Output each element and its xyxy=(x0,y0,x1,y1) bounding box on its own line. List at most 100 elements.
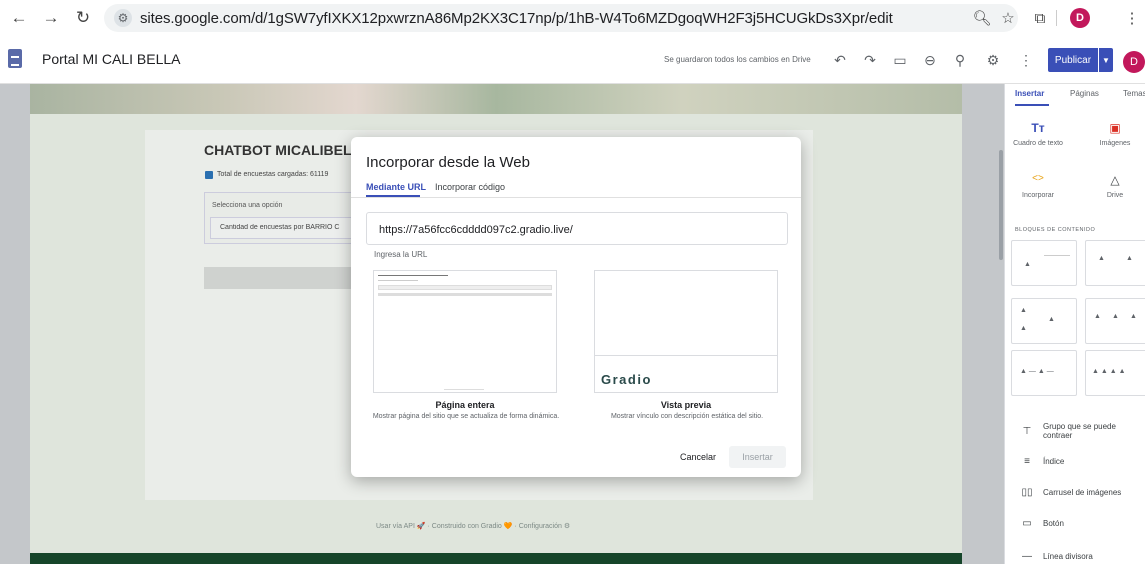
image-placeholder-icon: ▲ xyxy=(1048,316,1055,323)
sidebar-item-label: Carrusel de imágenes xyxy=(1043,487,1122,497)
image-placeholder-icon: ▲ xyxy=(1126,255,1133,262)
avatar[interactable]: D xyxy=(1123,51,1145,73)
footer-band xyxy=(30,553,962,564)
layout-block[interactable]: ▲ ▲ ▲ ▲ xyxy=(1085,350,1145,396)
undo-icon[interactable]: ↶ xyxy=(830,50,850,70)
hero-image-banner[interactable] xyxy=(30,84,962,114)
option-dropdown-value: Cantidad de encuestas por BARRIO C xyxy=(220,224,340,231)
reload-icon[interactable]: ↻ xyxy=(70,5,96,31)
drive-tile[interactable]: △ Drive xyxy=(1085,173,1145,199)
insert-sidebar: Insertar Páginas Temas Tт Cuadro de text… xyxy=(1004,84,1145,564)
tile-label: Cuadro de texto xyxy=(1013,140,1063,147)
thumbnail-line xyxy=(378,293,552,296)
sites-editor-header: Portal MI CALI BELLA Se guardaron todos … xyxy=(0,36,1145,84)
tabs-divider xyxy=(351,197,801,198)
sidebar-item-label: Botón xyxy=(1043,518,1064,528)
thumbnail-line xyxy=(444,389,484,390)
full-page-caption: Página entera xyxy=(435,400,495,410)
layout-block[interactable]: ▲ — ▲ — xyxy=(1011,350,1077,396)
preview-description: Mostrar vínculo con descripción estática… xyxy=(610,413,764,420)
divider-item[interactable]: — Línea divisora xyxy=(1019,548,1093,564)
tab-themes[interactable]: Temas xyxy=(1123,89,1145,98)
image-placeholder-icon: ▲ xyxy=(1112,313,1119,320)
url-hint: Ingresa la URL xyxy=(374,250,428,259)
image-carousel-item[interactable]: ▯▯ Carrusel de imágenes xyxy=(1019,484,1121,500)
save-status: Se guardaron todos los cambios en Drive xyxy=(664,55,811,64)
image-placeholder-icon: ▲ xyxy=(1098,255,1105,262)
preview-devices-icon[interactable]: ▭ xyxy=(890,50,910,70)
full-page-option-card[interactable] xyxy=(373,270,557,393)
collapsible-group-item[interactable]: ⊤ Grupo que se puede contraer xyxy=(1019,422,1133,440)
sites-logo-icon[interactable] xyxy=(8,49,22,68)
embed-code-icon: <> xyxy=(1032,173,1044,184)
zoom-icon[interactable]: 🔍︎ xyxy=(972,8,992,28)
embed-tile[interactable]: <> Incorporar xyxy=(1008,173,1068,199)
extensions-icon[interactable]: ⧉ xyxy=(1030,8,1050,28)
insert-button[interactable]: Insertar xyxy=(729,446,786,468)
sidebar-item-label: Índice xyxy=(1043,456,1065,466)
images-tile[interactable]: ▣ Imágenes xyxy=(1085,121,1145,147)
publish-button[interactable]: Publicar xyxy=(1048,48,1098,72)
sidebar-item-label: Grupo que se puede contraer xyxy=(1043,422,1116,440)
settings-gear-icon[interactable]: ⚙ xyxy=(983,50,1003,70)
cancel-button[interactable]: Cancelar xyxy=(671,446,725,468)
browser-profile-avatar[interactable]: D xyxy=(1070,8,1090,28)
browser-menu-icon[interactable]: ⋮ xyxy=(1122,8,1142,28)
address-bar[interactable]: ⚙ sites.google.com/d/1gSW7yfIXKX12pxwrzn… xyxy=(104,4,1018,32)
forward-arrow-icon[interactable]: → xyxy=(38,5,64,31)
placeholder-line xyxy=(1044,255,1070,256)
table-of-contents-icon: ≡ xyxy=(1024,455,1030,467)
image-placeholder-icon: ▲ ▲ ▲ ▲ xyxy=(1092,368,1126,375)
site-title[interactable]: Portal MI CALI BELLA xyxy=(42,51,181,67)
layout-block[interactable]: ▲ ▲ ▲ xyxy=(1011,298,1077,344)
back-arrow-icon[interactable]: ← xyxy=(6,5,32,31)
url-input-value: https://7a56fcc6cdddd097c2.gradio.live/ xyxy=(379,224,573,236)
scrollbar-thumb[interactable] xyxy=(999,150,1003,260)
tab-pages[interactable]: Páginas xyxy=(1070,89,1099,98)
image-placeholder-icon: ▲ xyxy=(1094,313,1101,320)
embed-dialog: Incorporar desde la Web Mediante URL Inc… xyxy=(351,137,801,477)
preview-caption: Vista previa xyxy=(660,400,712,410)
gradio-preview-brand: Gradio xyxy=(601,372,652,387)
active-tab-indicator xyxy=(1015,104,1049,106)
link-icon[interactable]: ⊖ xyxy=(920,50,940,70)
thumbnail-line xyxy=(378,285,552,290)
bookmark-star-icon[interactable]: ☆ xyxy=(998,8,1018,28)
thumbnail-line xyxy=(378,280,418,281)
table-of-contents-item[interactable]: ≡ Índice xyxy=(1019,453,1064,469)
thumbnail-line xyxy=(378,275,448,276)
full-page-description: Mostrar página del sitio que se actualiz… xyxy=(372,413,560,420)
layout-block[interactable]: ▲ ▲ xyxy=(1085,240,1145,286)
chatbot-heading: CHATBOT MICALIBELL xyxy=(204,142,361,158)
button-item[interactable]: ▭ Botón xyxy=(1019,515,1064,531)
submit-bar[interactable] xyxy=(204,267,354,289)
url-input[interactable]: https://7a56fcc6cdddd097c2.gradio.live/ xyxy=(366,212,788,245)
redo-icon[interactable]: ↷ xyxy=(860,50,880,70)
preview-option-card[interactable]: Gradio xyxy=(594,270,778,393)
tab-by-url[interactable]: Mediante URL xyxy=(366,182,426,192)
content-blocks-heading: BLOQUES DE CONTENIDO xyxy=(1015,227,1096,233)
collapsible-group-icon: ⊤ xyxy=(1022,425,1032,437)
divider-icon: — xyxy=(1022,550,1032,562)
toolbar-divider xyxy=(1056,10,1057,26)
tile-label: Drive xyxy=(1106,192,1124,199)
image-placeholder-icon: ▲ xyxy=(1024,261,1031,268)
text-box-tile[interactable]: Tт Cuadro de texto xyxy=(1008,121,1068,147)
gradio-footer: Usar vía API 🚀 · Construido con Gradio 🧡… xyxy=(376,523,571,530)
layout-block[interactable]: ▲ ▲ ▲ xyxy=(1085,298,1145,344)
preview-divider xyxy=(595,355,777,356)
text-box-icon: Tт xyxy=(1031,121,1045,135)
image-placeholder-icon: ▲ — ▲ — xyxy=(1020,368,1054,375)
tab-insert[interactable]: Insertar xyxy=(1015,89,1044,98)
tab-embed-code[interactable]: Incorporar código xyxy=(435,182,505,192)
publish-dropdown-icon[interactable]: ▼ xyxy=(1099,48,1113,72)
more-options-icon[interactable]: ⋮ xyxy=(1016,50,1036,70)
tile-label: Incorporar xyxy=(1022,192,1054,199)
url-text[interactable]: sites.google.com/d/1gSW7yfIXKX12pxwrznA8… xyxy=(140,10,893,27)
share-user-icon[interactable]: ⚲ xyxy=(950,50,970,70)
layout-block[interactable]: ▲ xyxy=(1011,240,1077,286)
image-icon: ▣ xyxy=(1109,121,1121,135)
survey-count-text: Total de encuestas cargadas: 61119 xyxy=(217,171,329,178)
image-placeholder-icon: ▲ xyxy=(1020,325,1027,332)
site-info-icon[interactable]: ⚙ xyxy=(114,9,132,27)
